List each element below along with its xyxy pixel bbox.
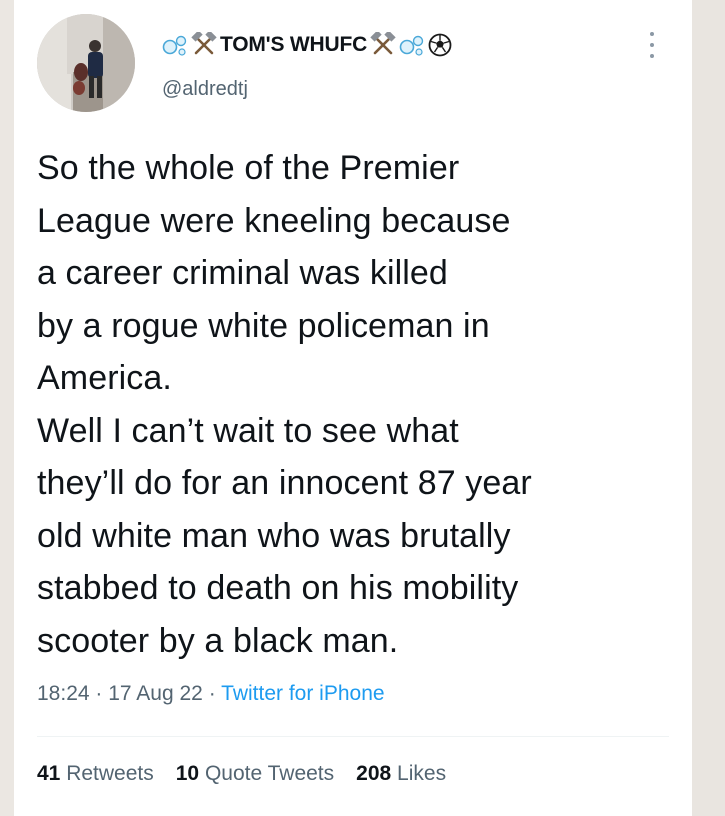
crossed-hammers-icon [370, 32, 396, 55]
likes-stat[interactable]: 208 Likes [356, 762, 446, 786]
background-left-edge [0, 0, 14, 816]
likes-count: 208 [356, 762, 392, 785]
tweet-text: So the whole of the Premier League were … [37, 149, 532, 660]
retweets-stat[interactable]: 41 Retweets [37, 762, 154, 786]
display-name[interactable]: TOM'S WHUFC [162, 30, 452, 60]
crossed-hammers-icon [191, 32, 217, 55]
quote-tweets-label: Quote Tweets [204, 762, 335, 785]
user-handle[interactable]: @aldredtj [162, 78, 248, 101]
retweets-count: 41 [37, 762, 61, 785]
bubbles-icon [399, 35, 424, 56]
more-options-icon[interactable] [646, 32, 658, 58]
tweet-meta: 18:24 · 17 Aug 22 · Twitter for iPhone [37, 682, 385, 706]
tweet-stats: 41 Retweets 10 Quote Tweets 208 Likes [37, 762, 446, 786]
football-icon [428, 33, 452, 57]
display-name-text: TOM'S WHUFC [220, 33, 368, 56]
tweet-time[interactable]: 18:24 [37, 682, 90, 705]
tweet-source-link[interactable]: Twitter for iPhone [221, 682, 384, 705]
quote-tweets-count: 10 [175, 762, 200, 785]
tweet-date[interactable]: 17 Aug 22 [108, 682, 203, 705]
bubbles-icon [162, 35, 187, 56]
likes-label: Likes [397, 762, 447, 785]
background-right-edge [692, 0, 725, 816]
tweet-card: TOM'S WHUFC @aldredtj So the whole of th… [14, 0, 692, 816]
avatar-photo [37, 14, 135, 112]
quote-tweets-stat[interactable]: 10 Quote Tweets [176, 762, 334, 786]
meta-separator: · [208, 682, 216, 705]
meta-separator: · [95, 682, 103, 705]
avatar[interactable] [37, 14, 135, 112]
divider [37, 736, 669, 737]
retweets-label: Retweets [66, 762, 154, 785]
